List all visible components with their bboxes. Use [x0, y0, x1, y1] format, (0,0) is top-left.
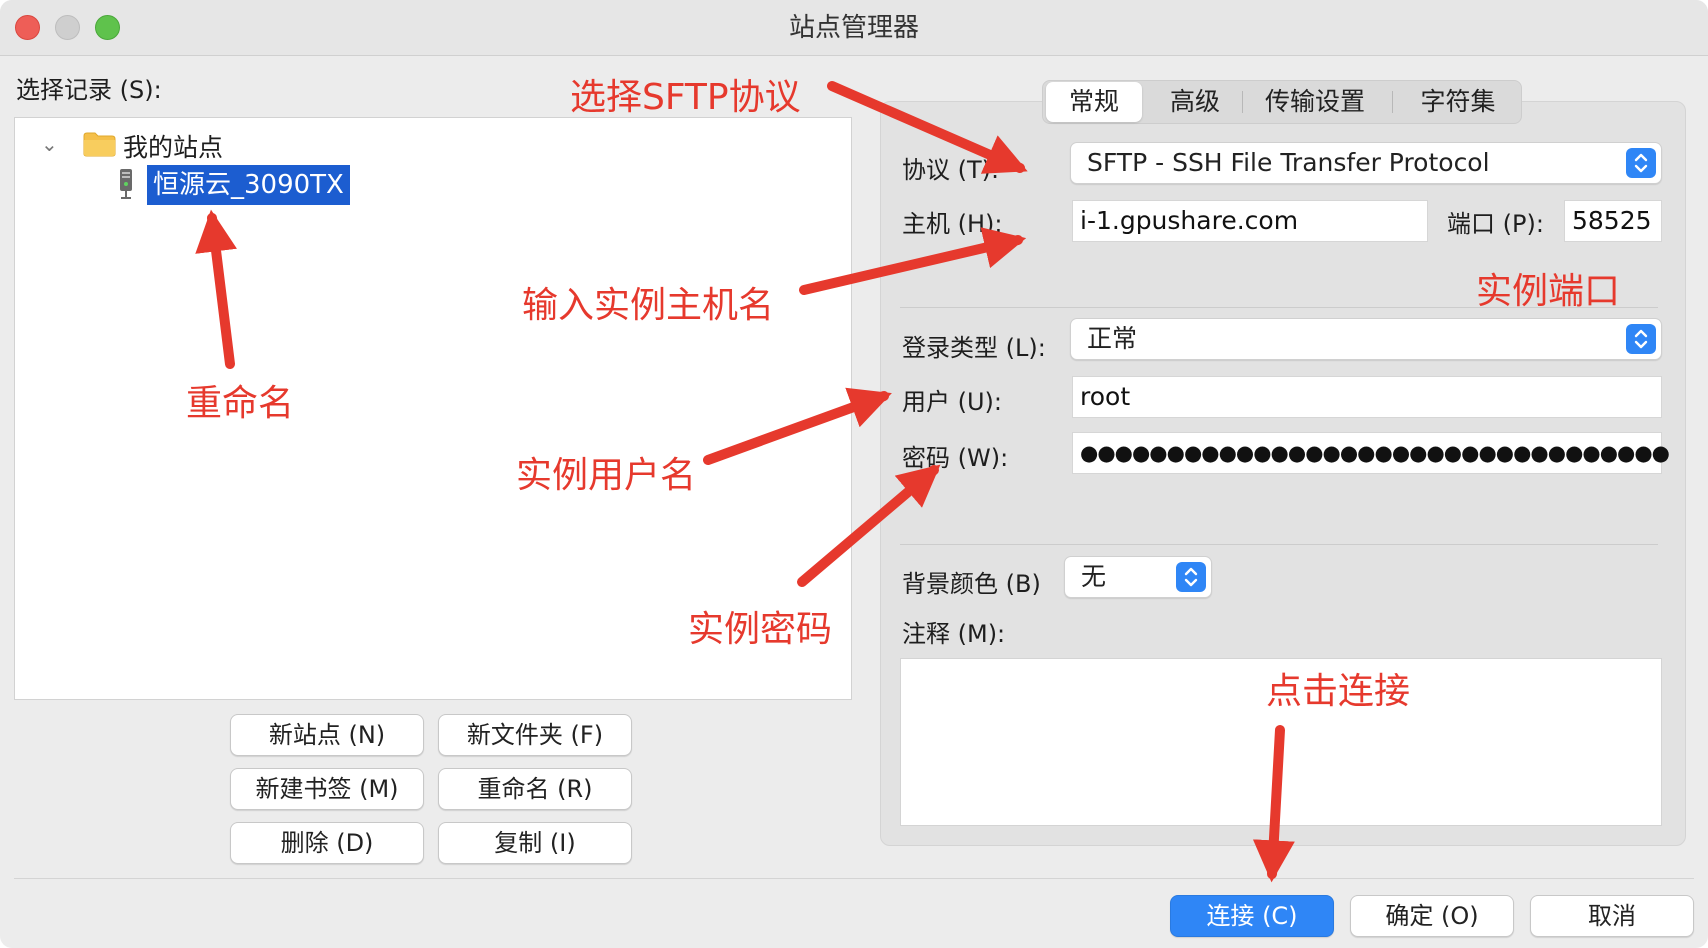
tree-folder-my-sites[interactable]: 我的站点: [123, 128, 223, 164]
annotation-user: 实例用户名: [516, 455, 697, 496]
annotation-connect: 点击连接: [1266, 671, 1411, 712]
new-bookmark-button[interactable]: 新建书签 (M): [230, 768, 424, 810]
window-title: 站点管理器: [788, 13, 919, 43]
copy-button[interactable]: 复制 (I): [438, 822, 632, 864]
ok-button[interactable]: 确定 (O): [1350, 895, 1514, 937]
protocol-value: SFTP - SSH File Transfer Protocol: [1087, 148, 1490, 177]
port-input[interactable]: 58525: [1564, 200, 1662, 242]
host-label: 主机 (H):: [902, 210, 1003, 238]
settings-tabs: 常规 高级 传输设置 字符集: [1042, 80, 1522, 124]
cancel-button[interactable]: 取消: [1530, 895, 1694, 937]
host-value: i-1.gpushare.com: [1080, 206, 1299, 235]
delete-button[interactable]: 删除 (D): [230, 822, 424, 864]
annotation-rename: 重命名: [186, 383, 295, 424]
tab-transfer-settings[interactable]: 传输设置: [1251, 82, 1379, 122]
up-down-chevron-icon: [1626, 324, 1656, 354]
background-color-select[interactable]: 无: [1064, 556, 1212, 598]
logon-type-label: 登录类型 (L):: [902, 334, 1046, 362]
section-divider: [900, 544, 1658, 545]
annotation-host: 输入实例主机名: [522, 285, 775, 326]
tab-charset[interactable]: 字符集: [1405, 82, 1511, 122]
annotation-port: 实例端口: [1476, 271, 1621, 312]
background-color-label: 背景颜色 (B): [902, 570, 1041, 598]
tree-site-item[interactable]: 恒源云_3090TX: [147, 165, 350, 205]
protocol-select[interactable]: SFTP - SSH File Transfer Protocol: [1070, 142, 1662, 184]
title-bar: 站点管理器: [0, 0, 1708, 56]
server-icon: [120, 169, 132, 199]
folder-icon: [83, 132, 116, 157]
user-label: 用户 (U):: [902, 388, 1003, 416]
notes-label: 注释 (M):: [902, 620, 1006, 648]
logon-type-select[interactable]: 正常: [1070, 318, 1662, 360]
footer-divider: [14, 878, 1694, 879]
logon-type-value: 正常: [1087, 324, 1138, 353]
tab-separator: [1242, 91, 1243, 113]
tab-separator: [1392, 91, 1393, 113]
host-input[interactable]: i-1.gpushare.com: [1072, 200, 1428, 242]
port-value: 58525: [1572, 206, 1652, 235]
chevron-down-icon[interactable]: ⌄: [41, 132, 58, 156]
up-down-chevron-icon: [1626, 148, 1656, 178]
annotation-password: 实例密码: [688, 609, 833, 650]
password-input[interactable]: ●●●●●●●●●●●●●●●●●●●●●●●●●●●●●●●●●●: [1072, 432, 1670, 474]
protocol-label: 协议 (T):: [902, 156, 1000, 184]
port-label: 端口 (P):: [1447, 210, 1544, 238]
connect-button[interactable]: 连接 (C): [1170, 895, 1334, 937]
background-color-value: 无: [1081, 562, 1107, 591]
rename-button[interactable]: 重命名 (R): [438, 768, 632, 810]
tab-advanced[interactable]: 高级: [1155, 82, 1235, 122]
tab-general[interactable]: 常规: [1046, 82, 1142, 122]
annotation-select-sftp: 选择SFTP协议: [570, 77, 801, 118]
new-folder-button[interactable]: 新文件夹 (F): [438, 714, 632, 756]
password-label: 密码 (W):: [902, 444, 1009, 472]
user-value: root: [1080, 382, 1131, 411]
new-site-button[interactable]: 新站点 (N): [230, 714, 424, 756]
select-record-label: 选择记录 (S):: [16, 76, 162, 104]
user-input[interactable]: root: [1072, 376, 1662, 418]
password-value: ●●●●●●●●●●●●●●●●●●●●●●●●●●●●●●●●●●: [1080, 441, 1670, 465]
site-manager-window: 站点管理器 选择记录 (S): ⌄ 我的站点 恒源云_3090TX 新站点 (N…: [0, 0, 1708, 948]
up-down-chevron-icon: [1176, 562, 1206, 592]
